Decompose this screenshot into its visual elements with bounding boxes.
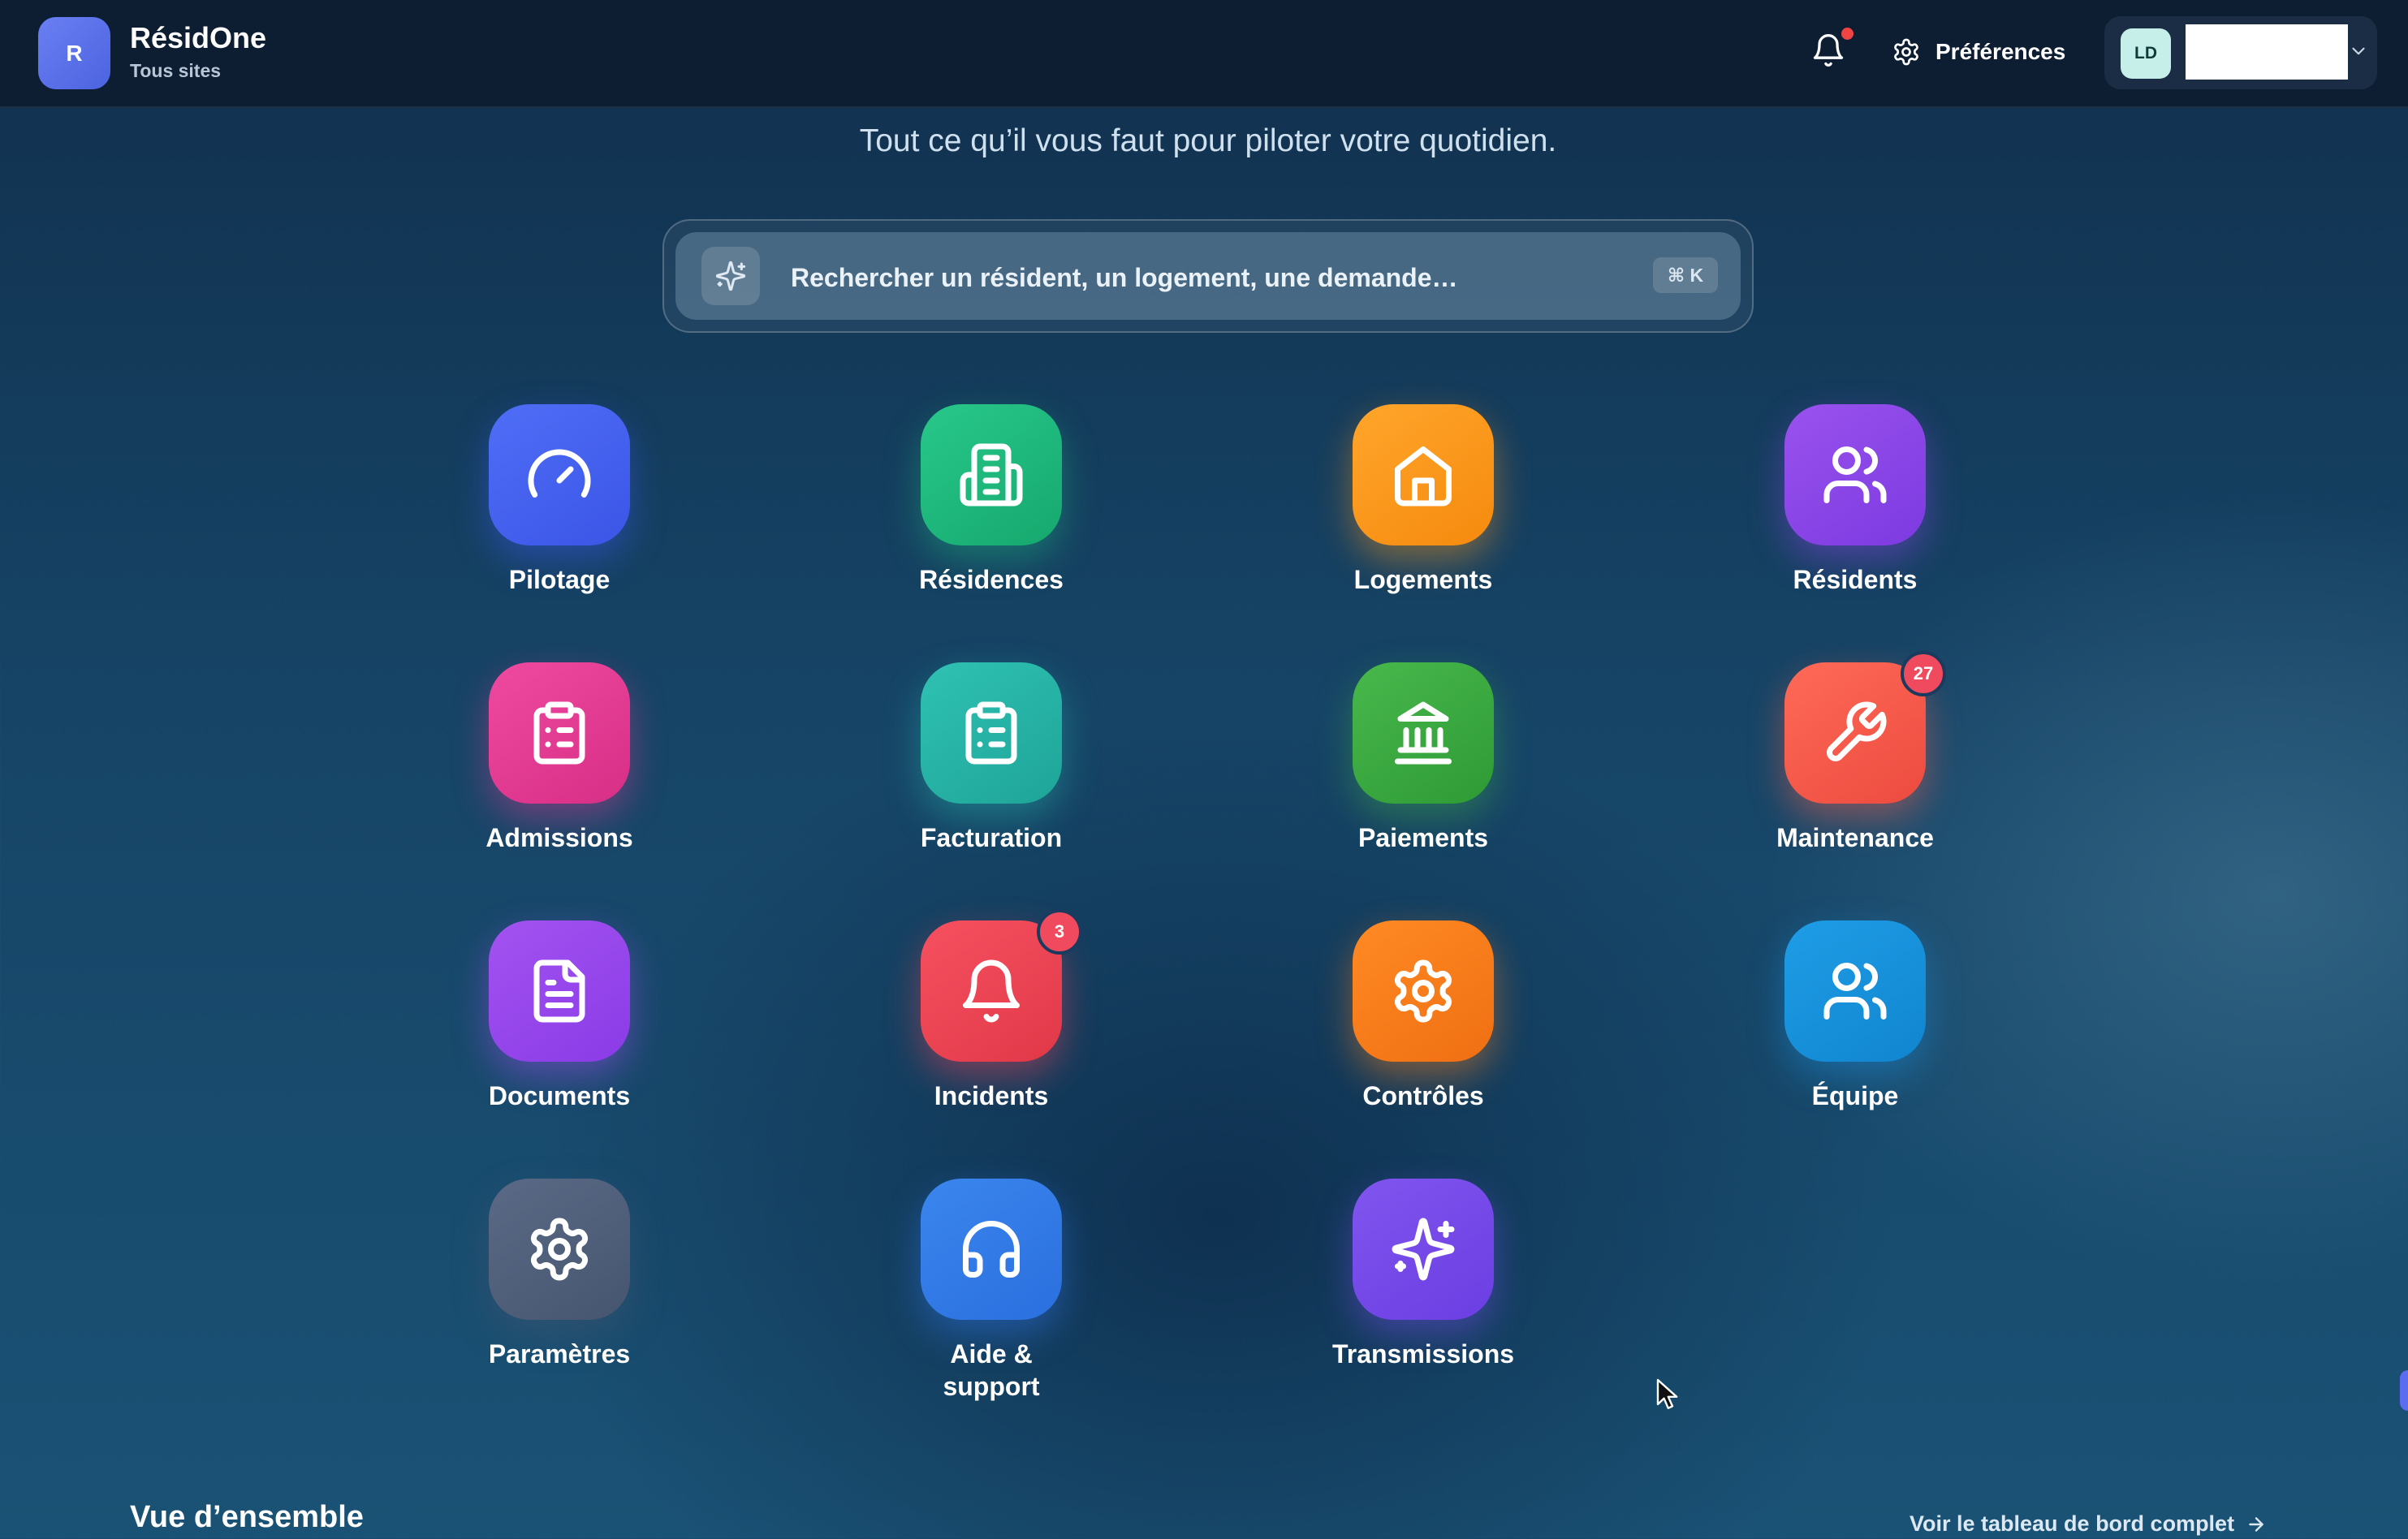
- gear-icon: [1894, 38, 1918, 66]
- app-tile-controles[interactable]: Contrôles: [1318, 920, 1529, 1115]
- app-tile-residents[interactable]: Résidents: [1750, 404, 1961, 599]
- app-tile-logements[interactable]: Logements: [1318, 404, 1529, 599]
- top-bar: R RésidOne Tous sites Préférences LD: [0, 0, 2408, 108]
- document-icon: [489, 920, 630, 1062]
- gauge-icon: [489, 404, 630, 545]
- app-tile-facturation[interactable]: Facturation: [886, 662, 1097, 857]
- app-label: Paramètres: [488, 1339, 631, 1369]
- full-dashboard-link[interactable]: Voir le tableau de bord complet: [1910, 1511, 2267, 1537]
- preferences-label: Préférences: [1935, 39, 2066, 64]
- app-label: Résidents: [1793, 565, 1918, 594]
- app-label: Résidences: [919, 565, 1064, 594]
- building-icon: [921, 404, 1062, 545]
- bell-icon: [1813, 34, 1844, 67]
- sparkles-search-icon: [701, 247, 760, 305]
- app-tile-equipe[interactable]: Équipe: [1750, 920, 1961, 1115]
- app-tile-transmissions[interactable]: Transmissions: [1318, 1179, 1529, 1373]
- brand-logo[interactable]: R: [38, 17, 110, 89]
- app-label: Aide & support: [943, 1339, 1040, 1401]
- app-label: Incidents: [934, 1081, 1049, 1110]
- clipboard-list-icon: [921, 662, 1062, 804]
- app-label: Transmissions: [1331, 1339, 1515, 1369]
- users-icon: [1784, 920, 1926, 1062]
- brand-name[interactable]: RésidOne: [130, 21, 266, 55]
- avatar: LD: [2121, 28, 2171, 79]
- maintenance-count-badge: 27: [1901, 651, 1946, 696]
- search-shortcut-hint: ⌘ K: [1653, 257, 1718, 293]
- app-tile-parametres[interactable]: Paramètres: [454, 1179, 665, 1373]
- app-label: Contrôles: [1362, 1081, 1484, 1110]
- app-label: Documents: [488, 1081, 631, 1110]
- gear-icon: [489, 1179, 630, 1320]
- app-tile-aide-support[interactable]: Aide & support: [886, 1179, 1097, 1401]
- users-icon: [1784, 404, 1926, 545]
- incidents-count-badge: 3: [1037, 909, 1082, 955]
- clipboard-list-icon: [489, 662, 630, 804]
- global-search[interactable]: Rechercher un résident, un logement, une…: [662, 219, 1754, 333]
- app-label: Paiements: [1357, 823, 1489, 852]
- mouse-cursor-icon: [1656, 1378, 1678, 1409]
- app-label: Logements: [1353, 565, 1493, 594]
- app-label: Admissions: [485, 823, 633, 852]
- app-tile-documents[interactable]: Documents: [454, 920, 665, 1115]
- search-input[interactable]: Rechercher un résident, un logement, une…: [675, 232, 1741, 320]
- unread-notification-dot: [1841, 28, 1853, 40]
- headphones-icon: [921, 1179, 1062, 1320]
- overview-heading: Vue d’ensemble: [130, 1500, 364, 1534]
- sparkles-icon: [1353, 1179, 1494, 1320]
- app-tile-maintenance[interactable]: 27 Maintenance: [1750, 651, 1961, 857]
- chevron-down-icon: [2352, 47, 2365, 55]
- full-dashboard-link-label: Voir le tableau de bord complet: [1910, 1511, 2235, 1536]
- app-label: Pilotage: [508, 565, 611, 594]
- app-tile-pilotage[interactable]: Pilotage: [454, 404, 665, 599]
- side-panel-handle[interactable]: [2400, 1370, 2408, 1411]
- user-name: [2186, 24, 2348, 80]
- bank-icon: [1353, 662, 1494, 804]
- app-tile-admissions[interactable]: Admissions: [454, 662, 665, 857]
- app-label: Facturation: [920, 823, 1063, 852]
- arrow-right-icon: [2249, 1516, 2263, 1532]
- app-tile-incidents[interactable]: 3 Incidents: [886, 909, 1097, 1115]
- house-icon: [1353, 404, 1494, 545]
- app-label: Équipe: [1811, 1081, 1899, 1110]
- app-tile-residences[interactable]: Résidences: [886, 404, 1097, 599]
- user-menu[interactable]: LD: [2104, 16, 2377, 89]
- gear-icon: [1353, 920, 1494, 1062]
- search-placeholder: Rechercher un résident, un logement, une…: [791, 263, 1458, 292]
- page-tagline: Tout ce qu’il vous faut pour piloter vot…: [859, 123, 1557, 158]
- app-label: Maintenance: [1776, 823, 1934, 852]
- site-scope-label[interactable]: Tous sites: [130, 60, 221, 82]
- app-tile-paiements[interactable]: Paiements: [1318, 662, 1529, 857]
- preferences-button[interactable]: Préférences: [1892, 32, 2065, 71]
